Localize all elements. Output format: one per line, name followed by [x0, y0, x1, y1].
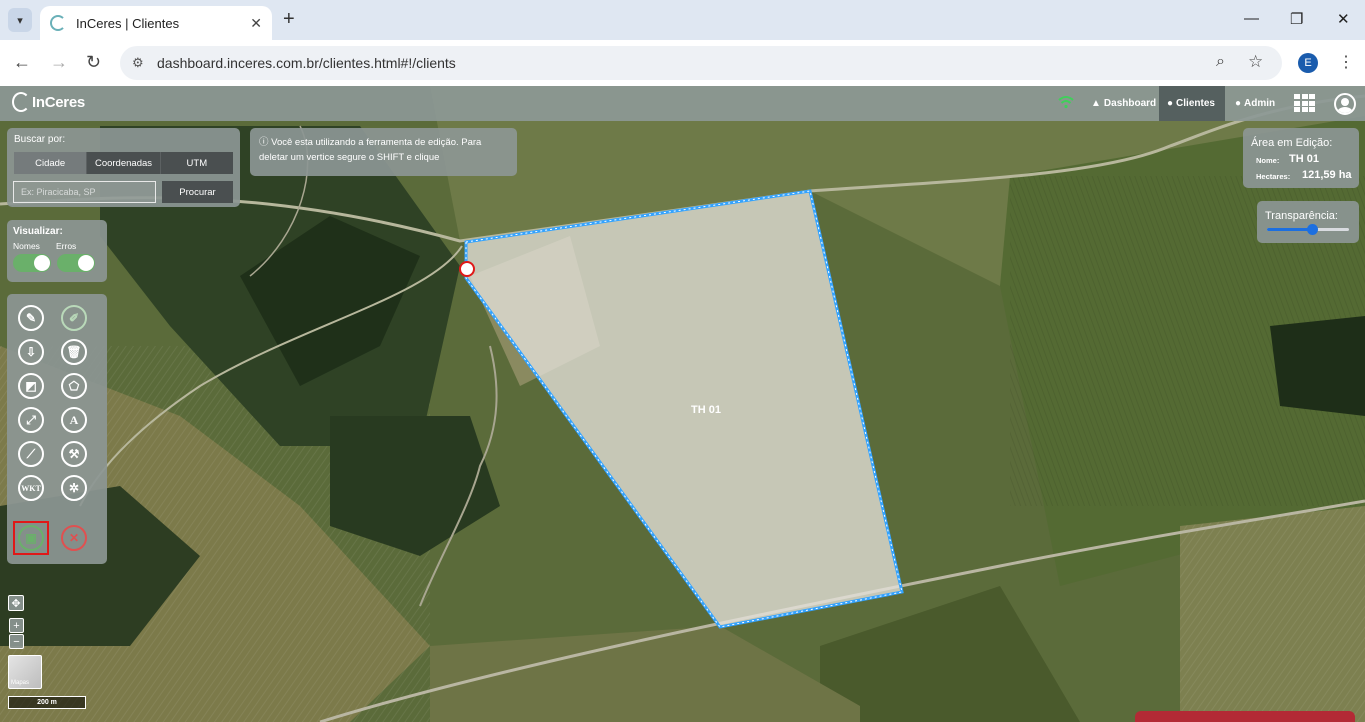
edit-info-message: Você esta utilizando a ferramenta de edi… — [259, 137, 482, 163]
edit-info-panel: ⓘ Você esta utilizando a ferramenta de e… — [250, 128, 517, 176]
back-button[interactable]: ← — [13, 52, 31, 72]
minimize-button[interactable]: — — [1244, 10, 1259, 27]
nav-clientes-label: Clientes — [1176, 98, 1215, 109]
wifi-icon — [1058, 96, 1074, 109]
basemap-label: Mapas — [11, 680, 30, 686]
tab-search-button[interactable]: ▾ — [8, 8, 32, 32]
search-label: Buscar por: — [14, 134, 66, 145]
cancel-icon[interactable]: ✕ — [61, 525, 87, 551]
browser-tab[interactable]: InCeres | Clientes ✕ — [40, 6, 272, 40]
tab-close-icon[interactable]: ✕ — [250, 15, 262, 32]
nav-dashboard[interactable]: ▲ Dashboard — [1083, 86, 1164, 121]
logo-text: InCeres — [32, 93, 85, 111]
restore-button[interactable]: ❐ — [1290, 10, 1303, 28]
polygon-label: TH 01 — [691, 404, 721, 416]
browser-menu-icon[interactable]: ⋮ — [1338, 52, 1354, 72]
edit-polygon-icon[interactable]: ✐ — [61, 305, 87, 331]
text-label-icon[interactable]: A — [61, 407, 87, 433]
bookmark-star-icon[interactable]: ☆ — [1248, 52, 1263, 72]
new-tab-button[interactable]: + — [283, 9, 295, 29]
errors-toggle[interactable] — [57, 254, 95, 272]
inceres-favicon-icon — [50, 15, 66, 31]
user-account-icon[interactable] — [1334, 93, 1356, 115]
zoom-out-button[interactable]: − — [9, 634, 24, 649]
area-title: Área em Edição: — [1251, 137, 1333, 149]
search-panel: Buscar por: Cidade Coordenadas UTM Procu… — [7, 128, 240, 207]
errors-toggle-label: Erros — [56, 241, 77, 251]
notification-strip[interactable] — [1135, 711, 1355, 722]
profile-avatar[interactable]: E — [1298, 53, 1318, 73]
logo-ring-icon — [12, 92, 30, 112]
compass-icon[interactable]: ✲ — [61, 475, 87, 501]
url-text: dashboard.inceres.com.br/clientes.html#!… — [157, 55, 456, 71]
inceres-logo[interactable]: InCeres — [12, 92, 85, 112]
nav-admin-label: Admin — [1244, 98, 1276, 109]
site-info-icon[interactable]: ⚙ — [132, 55, 144, 71]
nav-clientes[interactable]: ● Clientes — [1159, 86, 1225, 121]
browser-toolbar: ← → ↻ ⚙ dashboard.inceres.com.br/cliente… — [0, 40, 1365, 86]
basemap-selector[interactable]: Mapas — [8, 655, 42, 689]
area-editing-panel: Área em Edição: Nome: TH 01 Hectares: 12… — [1243, 128, 1359, 188]
drawing-tools-panel: ✎ ✐ ⇩ 🗑 ◩ ⬠ ⤢ A ⟋ ⚒ WKT ✲ ▣ ✕ — [7, 294, 107, 564]
save-icon[interactable]: ▣ — [18, 525, 44, 551]
dashboard-icon: ▲ — [1091, 98, 1101, 109]
apps-grid-icon[interactable] — [1294, 94, 1315, 112]
forward-button[interactable]: → — [50, 52, 68, 72]
tab-utm[interactable]: UTM — [160, 152, 233, 174]
area-name-key: Nome: — [1256, 156, 1280, 165]
area-hectares-value: 121,59 ha — [1302, 169, 1352, 181]
tab-title: InCeres | Clientes — [76, 15, 180, 31]
city-search-input[interactable] — [13, 181, 156, 203]
zoom-in-button[interactable]: + — [9, 618, 24, 633]
draw-pencil-icon[interactable]: ✎ — [18, 305, 44, 331]
search-mode-tabs: Cidade Coordenadas UTM — [14, 152, 233, 174]
cut-polygon-icon[interactable]: ◩ — [18, 373, 44, 399]
nav-dashboard-label: Dashboard — [1103, 98, 1157, 109]
app-viewport: TH 01 InCeres ▲ Dashboard ● Clientes ● A… — [0, 86, 1365, 722]
tab-cidade[interactable]: Cidade — [14, 152, 88, 174]
slider-thumb[interactable] — [1307, 224, 1319, 235]
zoom-icon[interactable]: ⌕ — [1216, 53, 1225, 71]
area-name-value: TH 01 — [1289, 153, 1319, 165]
polygon-shape-icon[interactable]: ⬠ — [61, 373, 87, 399]
transparency-panel: Transparência: — [1257, 201, 1359, 243]
scale-bar: 200 m — [8, 696, 86, 709]
names-toggle-label: Nomes — [13, 241, 40, 251]
address-bar[interactable]: ⚙ dashboard.inceres.com.br/clientes.html… — [120, 46, 1282, 80]
visualize-title: Visualizar: — [13, 226, 63, 237]
browser-tabbar: ▾ InCeres | Clientes ✕ + — ❐ ✕ — [0, 0, 1365, 40]
help-circle-icon: ⓘ — [259, 137, 272, 148]
app-navbar: InCeres ▲ Dashboard ● Clientes ● Admin — [0, 86, 1365, 121]
trash-icon[interactable]: 🗑 — [61, 339, 87, 365]
transparency-slider[interactable] — [1267, 224, 1349, 235]
users-icon: ● — [1167, 98, 1174, 109]
names-toggle[interactable] — [13, 254, 51, 272]
ruler-icon[interactable]: ⟋ — [18, 441, 44, 467]
user-plus-icon: ● — [1235, 98, 1242, 109]
wkt-icon[interactable]: WKT — [18, 475, 44, 501]
wrench-icon[interactable]: ⚒ — [61, 441, 87, 467]
window-close-button[interactable]: ✕ — [1337, 10, 1350, 28]
visualize-panel: Visualizar: Nomes Erros — [7, 220, 107, 282]
pan-move-icon[interactable]: ✥ — [8, 595, 24, 611]
area-hectares-key: Hectares: — [1256, 172, 1291, 181]
import-shape-icon[interactable]: ⇩ — [18, 339, 44, 365]
reload-button[interactable]: ↻ — [86, 52, 101, 72]
nav-admin[interactable]: ● Admin — [1227, 86, 1283, 121]
search-button[interactable]: Procurar — [162, 181, 233, 203]
expand-icon[interactable]: ⤢ — [18, 407, 44, 433]
tab-coordenadas[interactable]: Coordenadas — [87, 152, 161, 174]
transparency-label: Transparência: — [1265, 210, 1338, 222]
